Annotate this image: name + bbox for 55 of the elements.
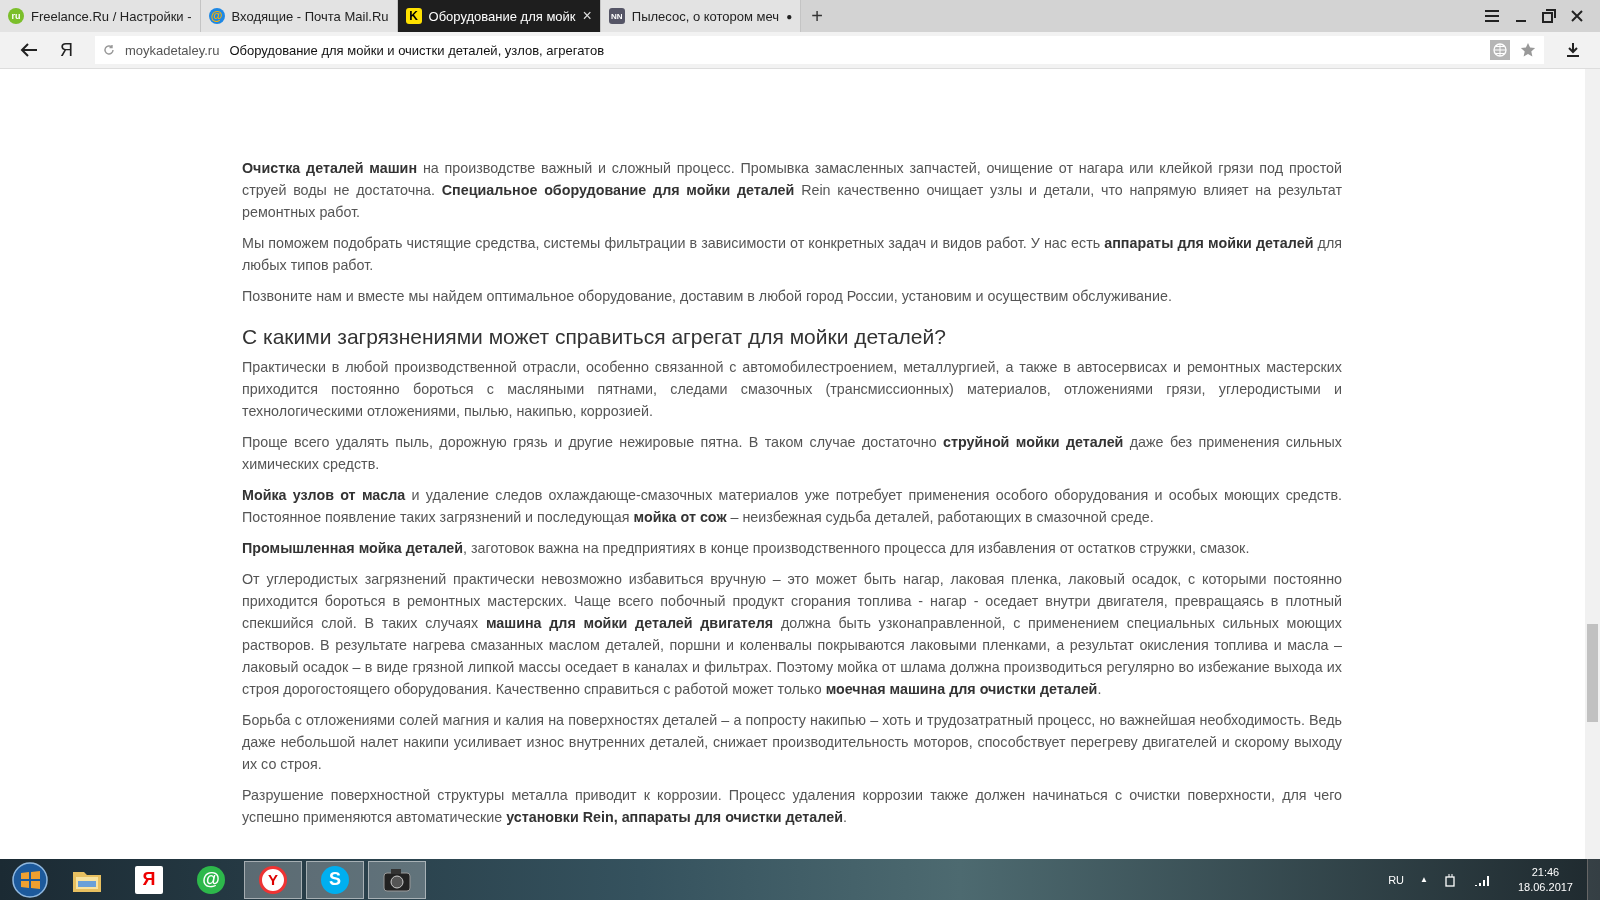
- star-icon[interactable]: [1520, 42, 1536, 58]
- yandex-icon: Я: [135, 865, 163, 894]
- browser-logo[interactable]: Я: [60, 39, 73, 61]
- paragraph: Мы поможем подобрать чистящие средства, системы фильтрации в зависимости от конкретных задач и видов работ. У нас есть аппараты для мойки деталей для любых типов работ.: [242, 234, 1342, 275]
- tray-arrow[interactable]: ▲: [1420, 875, 1428, 884]
- browser-tab[interactable]: NN Пылесос, о котором меч ●: [600, 0, 802, 32]
- taskbar-button[interactable]: [368, 860, 426, 899]
- address-field[interactable]: moykadetaley.ru Оборудование для мойки и очистки деталей, узлов, агрегатов: [95, 36, 1544, 64]
- paragraph: Мойка узлов от масла и удаление следов охлаждающе-смазочных материалов уже потребует применения особого оборудования и особых моющих средств. Постоянное появление таких загрязнений и последующая мойка от сож – неизбежная судьба деталей, работающих в смазочной среде.: [242, 486, 1342, 527]
- paragraph: От углеродистых загрязнений практически невозможно избавиться вручную – это может быть нагар, лаковая пленка, лаковый осадок, с которыми постоянно приходится бороться в ремонтных мастерских. Чаще всего побочный продукт сгорания топлива - нагар - оседает внутри двигателя, превращаясь в плотный спекшийся слой. В таких случаях машина для мойки деталей двигателя должна быть узконаправленной, с применением специальных сильных моющих растворов. В результате нагрева смазанных маслом деталей, поршни и коленвалы покрываются лаковыми пленками, а результат окисления топлива и масла – лаковый осадок – в виде грязной липкой массы оседает в каналах и фильтрах. Поэтому мойка от шлама должна производиться регулярно во избежание выхода их строя дорогостоящего оборудования. Качественно справиться с работой может только моечная машина для очистки деталей.: [242, 570, 1342, 699]
- paragraph: Промышленная мойка деталей, заготовок важна на предприятиях в конце производственного процесса для избавления от остатков стружки, смазок.: [242, 539, 1251, 558]
- start-button[interactable]: [12, 861, 48, 898]
- paragraph: Позвоните нам и вместе мы найдем оптимальное оборудование, доставим в любой город России, установим и осуществим обслуживание.: [242, 287, 1173, 306]
- paragraph: Борьба с отложениями солей магния и калия на поверхностях деталей – а попросту накипью – хоть и трудозатратный процесс, но важнейшая необходимость. Ведь даже небольшой налет накипи усиливает износ внутренних деталей, снижает производительность моторов, способствует перегреву двигателей и скорому выходу их со строя.: [242, 711, 1342, 774]
- close-tab-button[interactable]: ×: [582, 7, 592, 25]
- clock[interactable]: 21:46 18.06.2017: [1517, 864, 1573, 895]
- new-tab-button[interactable]: +: [801, 4, 833, 28]
- paragraph: Практически в любой производственной отрасли, особенно связанной с автомобилестроением, металлургией, а также в автосервисах и ремонтных мастерских приходится постоянно бороться с масляными пятнами, следами смазочных (трансмиссионных) материалов, отложениями грязи, углеродистыми и технологическими отложениями, пылью, накипью, коррозией.: [242, 358, 1342, 421]
- language-indicator[interactable]: RU: [1388, 873, 1404, 886]
- taskbar-button[interactable]: Я: [120, 860, 178, 899]
- favicon: ru: [8, 8, 24, 24]
- page-title: Оборудование для мойки и очистки деталей, узлов, агрегатов: [229, 42, 605, 58]
- scrollbar-thumb[interactable]: [1587, 624, 1598, 722]
- clock-date: 18.06.2017: [1517, 879, 1573, 895]
- section-heading: С какими загрязнениями может справиться агрегат для мойки деталей?: [242, 324, 947, 350]
- audio-dot: ●: [786, 10, 793, 22]
- restore-icon[interactable]: [1542, 9, 1556, 23]
- close-icon[interactable]: [1570, 9, 1584, 23]
- reload-icon[interactable]: [103, 44, 115, 56]
- download-icon[interactable]: [1566, 42, 1580, 58]
- favicon: K: [405, 8, 422, 24]
- skype-icon: S: [321, 865, 349, 894]
- mail-icon: @: [197, 865, 225, 894]
- tab-title: Входящие - Почта Mail.Ru: [231, 8, 389, 24]
- url-domain: moykadetaley.ru: [125, 42, 220, 58]
- favicon: NN: [608, 8, 625, 24]
- tab-title: Оборудование для мойк: [428, 8, 576, 24]
- back-arrow-icon[interactable]: [20, 43, 38, 57]
- paragraph: Разрушение поверхностной структуры металла приводит к коррозии. Процесс удаления коррозии также должен начинаться с очистки поверхности, для чего успешно применяются автоматические установки Rein, аппараты для очистки деталей.: [242, 786, 1342, 827]
- menu-icon[interactable]: [1484, 9, 1500, 23]
- browser-tab[interactable]: @ Входящие - Почта Mail.Ru: [200, 0, 398, 32]
- plug-icon[interactable]: [1443, 872, 1458, 887]
- signal-icon[interactable]: [1473, 873, 1490, 886]
- browser-tab[interactable]: ru Freelance.Ru / Настройки -: [0, 0, 201, 32]
- paragraph: Очистка деталей машин на производстве важный и сложный процесс. Промывка замасленных запчастей, очищение от нагара или клейкой грязи под простой струей воды не достаточна. Специальное оборудование для мойки деталей Rein качественно очищает узлы и детали, что напрямую влияет на результат ремонтных работ.: [242, 159, 1342, 222]
- camera-icon: [382, 866, 412, 893]
- tab-title: Freelance.Ru / Настройки -: [31, 8, 192, 24]
- tab-title: Пылесос, о котором меч: [631, 8, 780, 24]
- clock-time: 21:46: [1531, 864, 1560, 880]
- browser-tab[interactable]: K Оборудование для мойк ×: [397, 0, 601, 32]
- browser-icon: Y: [259, 865, 287, 894]
- taskbar-button[interactable]: Y: [244, 860, 302, 899]
- scrollbar[interactable]: [1585, 69, 1600, 859]
- paragraph: Проще всего удалять пыль, дорожную грязь и другие нежировые пятна. В таком случае достаточно струйной мойки деталей даже без применения сильных химических средств.: [242, 433, 1342, 474]
- favicon: @: [208, 8, 225, 24]
